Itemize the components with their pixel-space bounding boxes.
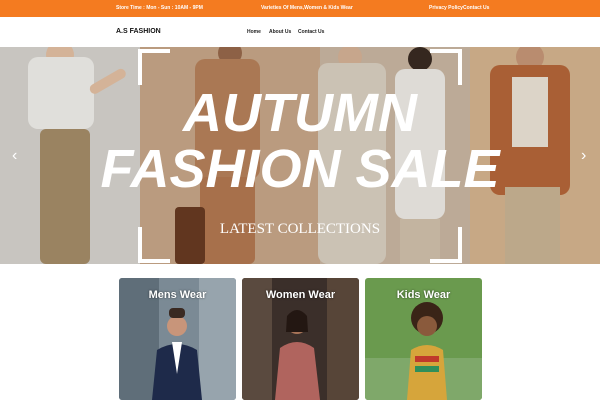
carousel-next-button[interactable]: ›	[581, 147, 586, 165]
hero-headline-line2: FASHION SALE	[100, 139, 501, 199]
carousel-prev-button[interactable]: ‹	[12, 147, 17, 165]
chevron-left-icon: ‹	[12, 147, 18, 164]
privacy-policy-link[interactable]: Privacy Policy	[429, 5, 463, 11]
category-section: Mens Wear Women Wear Kids Wear	[0, 264, 600, 400]
category-card-women[interactable]: Women Wear	[242, 278, 359, 400]
category-card-mens[interactable]: Mens Wear	[119, 278, 236, 400]
main-navbar: A.S FASHION Home About Us Contact Us	[0, 17, 600, 48]
hero-carousel: AUTUMN FASHION SALE LATEST COLLECTIONS ‹…	[0, 47, 600, 264]
hero-subheadline: LATEST COLLECTIONS	[220, 221, 380, 237]
category-title-women: Women Wear	[265, 289, 336, 301]
top-info-bar: Store Time : Mon - Sun : 10AM - 9PM Vari…	[0, 0, 600, 17]
nav-home[interactable]: Home	[247, 29, 261, 35]
category-title-mens: Mens Wear	[148, 289, 207, 301]
hero-text-layer: AUTUMN FASHION SALE LATEST COLLECTIONS	[100, 83, 501, 237]
brand-logo-text[interactable]: A.S FASHION	[116, 28, 161, 35]
category-card-kids[interactable]: Kids Wear	[365, 278, 482, 400]
tagline-text: Varieties Of Mens,Women & Kids Wear	[261, 5, 353, 11]
nav-contact-us[interactable]: Contact Us	[298, 29, 324, 35]
top-contact-link[interactable]: Contact Us	[463, 5, 489, 11]
nav-about-us[interactable]: About Us	[269, 29, 291, 35]
category-title-kids: Kids Wear	[396, 289, 451, 301]
chevron-right-icon: ›	[581, 147, 587, 164]
store-time-text: Store Time : Mon - Sun : 10AM - 9PM	[116, 5, 203, 11]
hero-headline-line1: AUTUMN	[181, 83, 418, 143]
